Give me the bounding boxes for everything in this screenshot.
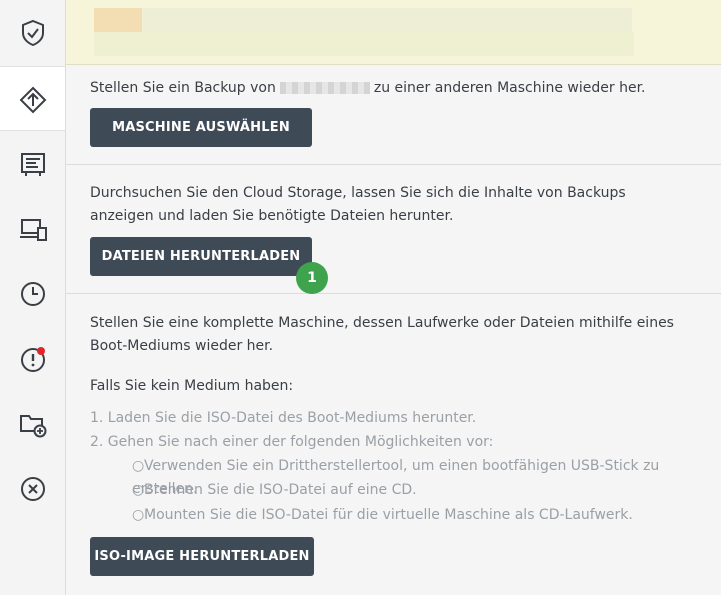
no-medium-text: Falls Sie kein Medium haben: (90, 378, 294, 394)
download-files-section: Durchsuchen Sie den Cloud Storage, lasse… (66, 165, 721, 294)
restore-to-machine-text: Stellen Sie ein Backup von zu einer ander… (90, 77, 690, 100)
devices-icon (19, 218, 47, 241)
redacted-area (94, 32, 634, 56)
bullet-text: Brennen Sie die ISO-Datei auf eine CD. (144, 482, 417, 498)
notification-banner (66, 0, 721, 65)
sidebar-item-protection[interactable] (0, 0, 65, 65)
step-2: 2. Gehen Sie nach einer der folgenden Mö… (90, 434, 494, 450)
sidebar (0, 0, 66, 595)
bullet-dot: ○ (132, 507, 145, 523)
download-iso-button[interactable]: ISO-IMAGE HERUNTERLADEN (90, 537, 314, 576)
restore-icon (19, 86, 46, 113)
sidebar-item-activities[interactable] (0, 261, 65, 326)
alert-icon (20, 346, 45, 372)
redacted-area (94, 8, 142, 32)
step-badge: 1 (296, 262, 328, 294)
select-machine-button[interactable]: MASCHINE AUSWÄHLEN (90, 108, 312, 147)
close-circle-icon (20, 476, 45, 501)
sidebar-item-restore[interactable] (0, 66, 65, 131)
download-files-text: Durchsuchen Sie den Cloud Storage, lasse… (90, 185, 626, 224)
redacted-machine-name (279, 82, 370, 94)
folder-add-icon (19, 414, 46, 437)
download-files-button[interactable]: DATEIEN HERUNTERLADEN (90, 237, 312, 276)
sidebar-item-add[interactable] (0, 391, 65, 456)
bullet-dot: ○ (132, 482, 145, 498)
sidebar-item-close[interactable] (0, 456, 65, 521)
text-before: Stellen Sie ein Backup von (90, 80, 276, 96)
sidebar-item-alerts[interactable] (0, 326, 65, 391)
notification-dot (36, 346, 45, 355)
sidebar-item-backup-storage[interactable] (0, 131, 65, 196)
sidebar-item-devices[interactable] (0, 196, 65, 261)
clock-icon (20, 281, 45, 306)
text-after: zu einer anderen Maschine wieder her. (373, 80, 646, 96)
restore-to-machine-section: Stellen Sie ein Backup von zu einer ander… (66, 65, 721, 165)
bullet-item: ○Mounten Sie die ISO-Datei für die virtu… (132, 504, 633, 527)
shield-check-icon (21, 19, 44, 46)
boot-media-text: Stellen Sie eine komplette Maschine, des… (90, 315, 674, 354)
bullet-item: ○Brennen Sie die ISO-Datei auf eine CD. (132, 479, 417, 502)
backup-storage-icon (20, 152, 45, 176)
bullet-text: Mounten Sie die ISO-Datei für die virtue… (144, 507, 633, 523)
bullet-dot: ○ (132, 458, 145, 474)
step-1: 1. Laden Sie die ISO-Datei des Boot-Medi… (90, 410, 477, 426)
redacted-area (142, 8, 632, 32)
main-content: Stellen Sie ein Backup von zu einer ander… (66, 0, 721, 595)
boot-media-section: Stellen Sie eine komplette Maschine, des… (66, 294, 721, 595)
